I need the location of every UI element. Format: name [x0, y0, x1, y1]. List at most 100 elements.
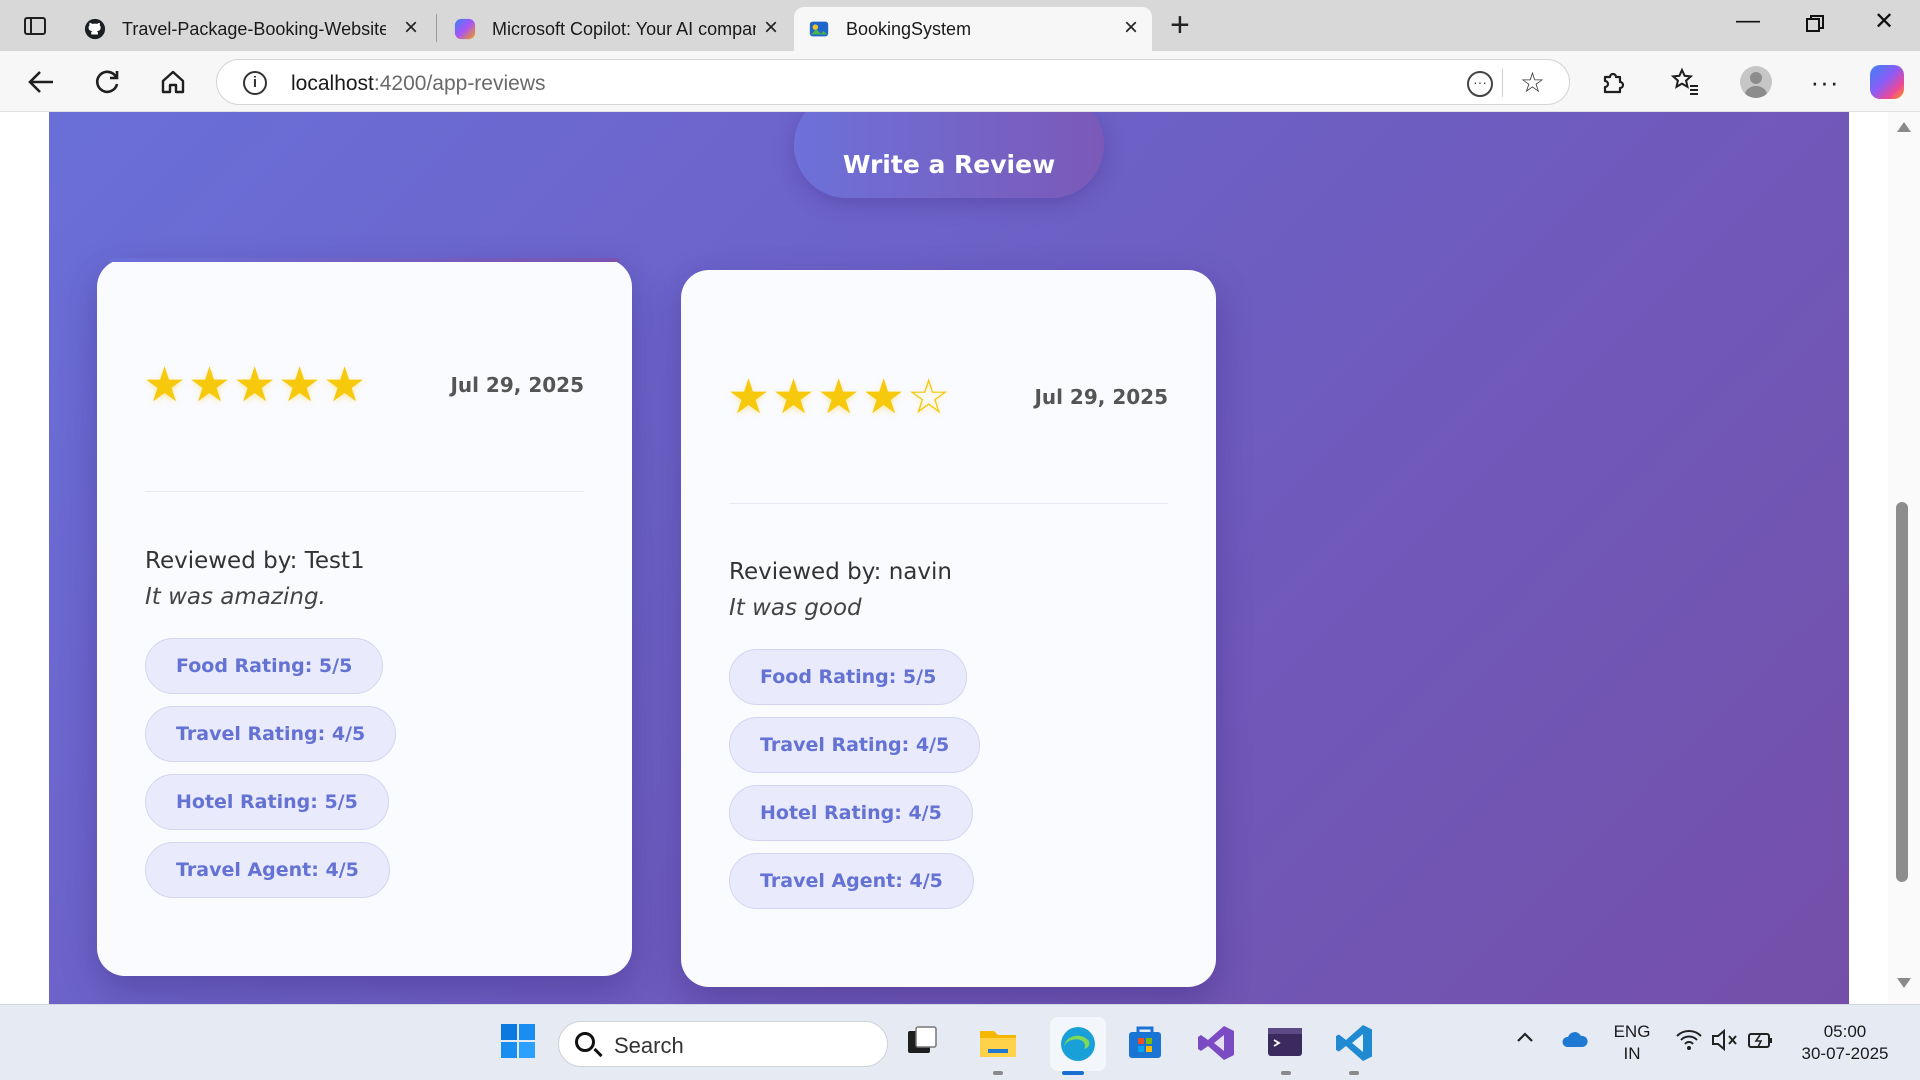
refresh-icon[interactable]: [90, 65, 124, 99]
star-rating: ★ ★ ★ ★ ★: [143, 361, 366, 411]
star-filled-icon: ★: [143, 359, 187, 412]
close-tab-icon[interactable]: ×: [404, 16, 418, 40]
tab-title: Travel-Package-Booking-Website: [122, 18, 386, 39]
wifi-icon[interactable]: [1674, 1027, 1704, 1053]
clock-time: 05:00: [1823, 1022, 1867, 1041]
close-tab-icon[interactable]: ×: [764, 16, 778, 40]
star-empty-icon: ☆: [907, 371, 951, 424]
reviewer-name: Reviewed by: navin: [729, 559, 952, 585]
running-indicator: [1281, 1071, 1291, 1075]
review-date: Jul 29, 2025: [1034, 385, 1168, 409]
more-menu-icon[interactable]: ···: [1808, 65, 1842, 99]
task-view-icon[interactable]: [904, 1023, 944, 1063]
vscode-icon[interactable]: [1334, 1023, 1374, 1063]
address-bar[interactable]: i localhost:4200/app-reviews ··· ☆: [216, 59, 1570, 105]
favorites-icon[interactable]: [1668, 65, 1702, 99]
language-indicator[interactable]: ENG IN: [1610, 1021, 1654, 1065]
omnibox-divider: [1502, 69, 1503, 97]
tab-title: Microsoft Copilot: Your AI compan: [492, 18, 756, 39]
url-text[interactable]: localhost:4200/app-reviews: [291, 72, 546, 96]
tab-title: BookingSystem: [846, 18, 972, 39]
back-arrow-icon[interactable]: [24, 65, 58, 99]
edge-browser-icon[interactable]: [1050, 1017, 1106, 1071]
scroll-up-arrow-icon[interactable]: [1897, 122, 1911, 132]
travel-rating-badge: Travel Rating: 4/5: [729, 717, 981, 773]
tab-bookingsystem[interactable]: BookingSystem ×: [794, 7, 1152, 51]
site-info-icon[interactable]: i: [243, 71, 267, 95]
star-filled-icon: ★: [727, 371, 771, 424]
favorite-star-icon[interactable]: ☆: [1520, 66, 1545, 99]
running-indicator: [993, 1071, 1003, 1075]
language-code: ENG: [1613, 1022, 1651, 1041]
tab-github[interactable]: Travel-Package-Booking-Website ×: [70, 7, 432, 51]
review-comment: It was amazing.: [145, 584, 326, 610]
close-window-icon[interactable]: ✕: [1874, 7, 1894, 36]
scroll-down-arrow-icon[interactable]: [1897, 978, 1911, 988]
star-filled-icon: ★: [278, 359, 322, 412]
tab-actions-button[interactable]: [14, 11, 54, 41]
browser-toolbar: i localhost:4200/app-reviews ··· ☆ ···: [0, 51, 1920, 112]
rating-pills: Food Rating: 5/5 Travel Rating: 4/5 Hote…: [729, 649, 981, 909]
show-hidden-icons-chevron-icon[interactable]: [1512, 1025, 1538, 1051]
booking-favicon: [809, 21, 829, 37]
taskbar-search[interactable]: Search: [558, 1021, 888, 1067]
star-filled-icon: ★: [772, 371, 816, 424]
visual-studio-icon[interactable]: [1196, 1023, 1236, 1063]
review-comment: It was good: [729, 595, 862, 621]
tab-actions-icon: [24, 17, 46, 35]
star-filled-icon: ★: [233, 359, 277, 412]
review-date: Jul 29, 2025: [450, 373, 584, 397]
star-filled-icon: ★: [817, 371, 861, 424]
active-app-indicator: [1062, 1071, 1084, 1075]
volume-muted-icon[interactable]: [1710, 1027, 1740, 1053]
close-tab-icon[interactable]: ×: [1124, 16, 1138, 40]
browser-tab-strip: Travel-Package-Booking-Website × Microso…: [0, 0, 1920, 51]
star-filled-icon: ★: [188, 359, 232, 412]
search-icon: [575, 1032, 595, 1052]
star-filled-icon: ★: [862, 371, 906, 424]
reviewer-name: Reviewed by: Test1: [145, 548, 365, 574]
search-placeholder: Search: [614, 1033, 684, 1058]
copilot-icon[interactable]: [1870, 65, 1904, 99]
file-explorer-icon[interactable]: [978, 1023, 1018, 1063]
food-rating-badge: Food Rating: 5/5: [145, 638, 384, 694]
hotel-rating-badge: Hotel Rating: 4/5: [729, 785, 973, 841]
restore-icon[interactable]: [1806, 12, 1824, 32]
travel-agent-rating-badge: Travel Agent: 4/5: [145, 842, 390, 898]
review-card: ★ ★ ★ ★ ☆ Jul 29, 2025 Reviewed by: navi…: [681, 270, 1216, 987]
extensions-icon[interactable]: [1596, 65, 1630, 99]
new-tab-icon[interactable]: +: [1170, 8, 1190, 42]
windows-taskbar: Search ENG IN 05:00 30-07-2025: [0, 1004, 1920, 1080]
minimize-icon[interactable]: —: [1736, 7, 1760, 35]
immersive-reader-icon[interactable]: ···: [1467, 71, 1493, 97]
battery-charging-icon[interactable]: [1746, 1027, 1776, 1053]
rating-pills: Food Rating: 5/5 Travel Rating: 4/5 Hote…: [145, 638, 397, 898]
page-viewport: Write a Review ★ ★ ★ ★ ★ Jul 29, 2025 Re…: [0, 112, 1920, 1004]
clock-date: 30-07-2025: [1801, 1044, 1889, 1063]
scrollbar-thumb[interactable]: [1896, 502, 1908, 882]
card-divider: [729, 503, 1168, 504]
reviews-page: Write a Review ★ ★ ★ ★ ★ Jul 29, 2025 Re…: [49, 112, 1849, 1004]
review-card: ★ ★ ★ ★ ★ Jul 29, 2025 Reviewed by: Test…: [97, 258, 632, 976]
tab-divider: [436, 14, 437, 42]
travel-rating-badge: Travel Rating: 4/5: [145, 706, 397, 762]
running-indicator: [1349, 1071, 1359, 1075]
profile-avatar[interactable]: [1740, 66, 1772, 98]
microsoft-store-icon[interactable]: [1126, 1023, 1166, 1063]
terminal-icon[interactable]: [1266, 1023, 1306, 1063]
star-filled-icon: ★: [323, 359, 367, 412]
github-icon: [84, 18, 106, 40]
system-clock[interactable]: 05:00 30-07-2025: [1790, 1021, 1900, 1065]
food-rating-badge: Food Rating: 5/5: [729, 649, 968, 705]
travel-agent-rating-badge: Travel Agent: 4/5: [729, 853, 974, 909]
card-divider: [145, 491, 584, 492]
onedrive-cloud-icon[interactable]: [1560, 1025, 1590, 1055]
windows-start-icon[interactable]: [500, 1023, 540, 1063]
star-rating: ★ ★ ★ ★ ☆: [727, 373, 950, 423]
copilot-icon: [454, 18, 476, 40]
region-code: IN: [1623, 1044, 1641, 1063]
tab-copilot[interactable]: Microsoft Copilot: Your AI compan ×: [440, 7, 792, 51]
hotel-rating-badge: Hotel Rating: 5/5: [145, 774, 389, 830]
write-review-button[interactable]: Write a Review: [794, 112, 1104, 198]
home-icon[interactable]: [156, 65, 190, 99]
